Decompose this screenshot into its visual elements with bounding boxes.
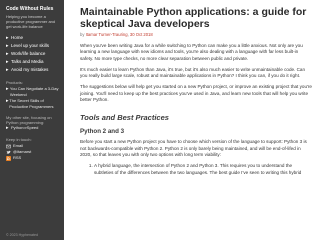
site-title[interactable]: Code Without Rules [6,6,64,12]
sidebar-nav: ▸ Home ▸ Level up your skills ▸ Work/life b… [6,34,64,74]
twitter-icon [6,150,11,154]
page: Code Without Rules Helping you become a … [0,0,320,240]
nav-label: Work/life balance [11,51,46,56]
article: Maintainable Python applications: a guid… [80,6,312,176]
site-tagline: Helping you become a productive programm… [6,14,56,29]
product-link[interactable]: ▸ You Can Negotiate a 3-Day Weekend [6,86,62,98]
nav-label: Talks and Media [11,59,44,64]
nav-item-talks[interactable]: ▸ Talks and Media [6,58,64,66]
nav-label: Home [11,35,24,40]
other-site-text: My other site, focusing on Python progra… [6,115,52,125]
subheading: Python 2 and 3 [80,128,125,136]
author-link[interactable]: Itamar Turner-Trauring [86,32,128,37]
rss-icon [6,155,11,161]
paragraph: Before you start a new Python project yo… [80,139,307,157]
options-list: A hybrid language, the intersection of P… [80,163,312,176]
product-link[interactable]: ▸ The Secret Skills of Productive Program… [6,98,62,110]
product-label: You Can Negotiate a 3-Day Weekend [9,86,59,97]
post-date: 30 Oct 2018 [129,32,153,37]
nav-label: Avoid my mistakes [11,67,49,72]
paragraph: It's much easier to learn Python than Ja… [80,66,306,79]
copyright: © 2023 Hyphenated [6,233,39,237]
other-site-link[interactable]: ▸ Python⇒Speed [6,125,62,131]
paragraph: The suggestions below will help get you … [80,84,312,103]
byline: by Itamar Turner-Trauring, 30 Oct 2018 [80,32,312,37]
section-heading: Tools and Best Practices [80,113,169,123]
sidebar: Code Without Rules Helping you become a … [0,0,64,240]
post-title: Maintainable Python applications: a guid… [80,6,307,30]
nav-item-mistakes[interactable]: ▸ Avoid my mistakes [6,66,64,74]
social-label: RSS [13,155,22,160]
nav-item-work-life[interactable]: ▸ Work/life balance [6,50,64,58]
social-rss[interactable]: RSS [6,155,64,161]
email-icon [6,144,11,148]
nav-item-level-up[interactable]: ▸ Level up your skills [6,42,64,50]
product-label: The Secret Skills of Productive Programm… [9,98,54,109]
other-site-label: Python⇒Speed [11,125,39,130]
nav-item-home[interactable]: ▸ Home [6,34,64,42]
paragraph: When you've been writing Java for a whil… [80,43,303,61]
list-item: A hybrid language, the intersection of P… [94,163,312,176]
nav-label: Level up your skills [11,43,50,48]
